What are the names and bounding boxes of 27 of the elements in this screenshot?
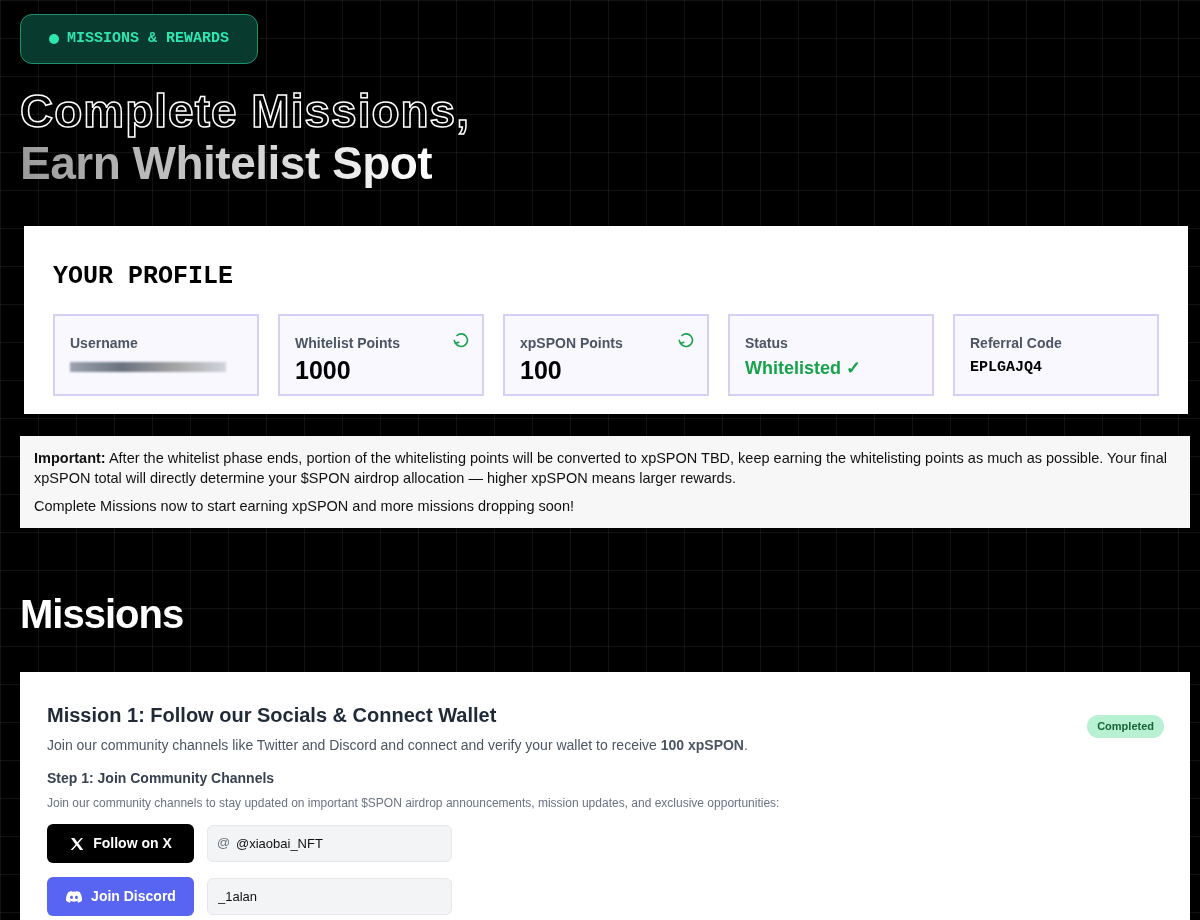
notice-text: Complete Missions now to start earning xpSPON and more missions dropping soon! xyxy=(34,497,575,516)
mission-description: Join our community channels like Twitter and Discord and connect and verify your wallet to receive 100 xpSPON. xyxy=(47,736,749,755)
stat-label: Referral Code xyxy=(970,333,1062,353)
notice-text: Important: After the whitelist phase ends, portion of the whitelisting points will be converted to xpSPON TBD, keep earning the whitelisting points as much as possible. Your final xpSPON total will directly determine your $SPON airdrop allocation — higher xpSPON means larger rewards. xyxy=(34,449,1168,488)
join-button[interactable]: Join Discord xyxy=(47,877,194,916)
referral-code: EPLGAJQ4 xyxy=(970,357,1043,378)
stat-label: Whitelist Points xyxy=(295,333,400,353)
stat-value: 1000 xyxy=(295,354,352,386)
refresh-icon[interactable] xyxy=(452,330,470,349)
refresh-icon[interactable] xyxy=(677,330,695,349)
stat-label: xpSPON Points xyxy=(520,333,623,353)
follow-button[interactable]: Follow on X xyxy=(47,824,194,863)
stat-value: 100 xyxy=(520,354,563,386)
headline-outline: Complete Missions, xyxy=(20,86,470,136)
section-heading: Missions xyxy=(20,591,184,638)
x-logo-icon xyxy=(69,835,86,852)
status-value: Whitelisted ✓ xyxy=(745,356,862,380)
input-prefix: @ xyxy=(217,835,231,851)
status-badge: Completed xyxy=(1087,715,1164,738)
step-title: Step 1: Join Community Channels xyxy=(47,769,276,788)
stat-label: Status xyxy=(745,333,788,353)
mission-title: Mission 1: Follow our Socials & Connect Wallet xyxy=(47,703,497,728)
input-field[interactable]: _1alan xyxy=(207,878,452,915)
stat-label: Username xyxy=(70,333,138,353)
profile-title: YOUR PROFILE xyxy=(53,261,235,293)
badge-label: MISSIONS & REWARDS xyxy=(67,28,230,49)
step-description: Join our community channels to stay updated on important $SPON airdrop announcements, mission updates, and exclusive opportunities: xyxy=(47,795,781,812)
